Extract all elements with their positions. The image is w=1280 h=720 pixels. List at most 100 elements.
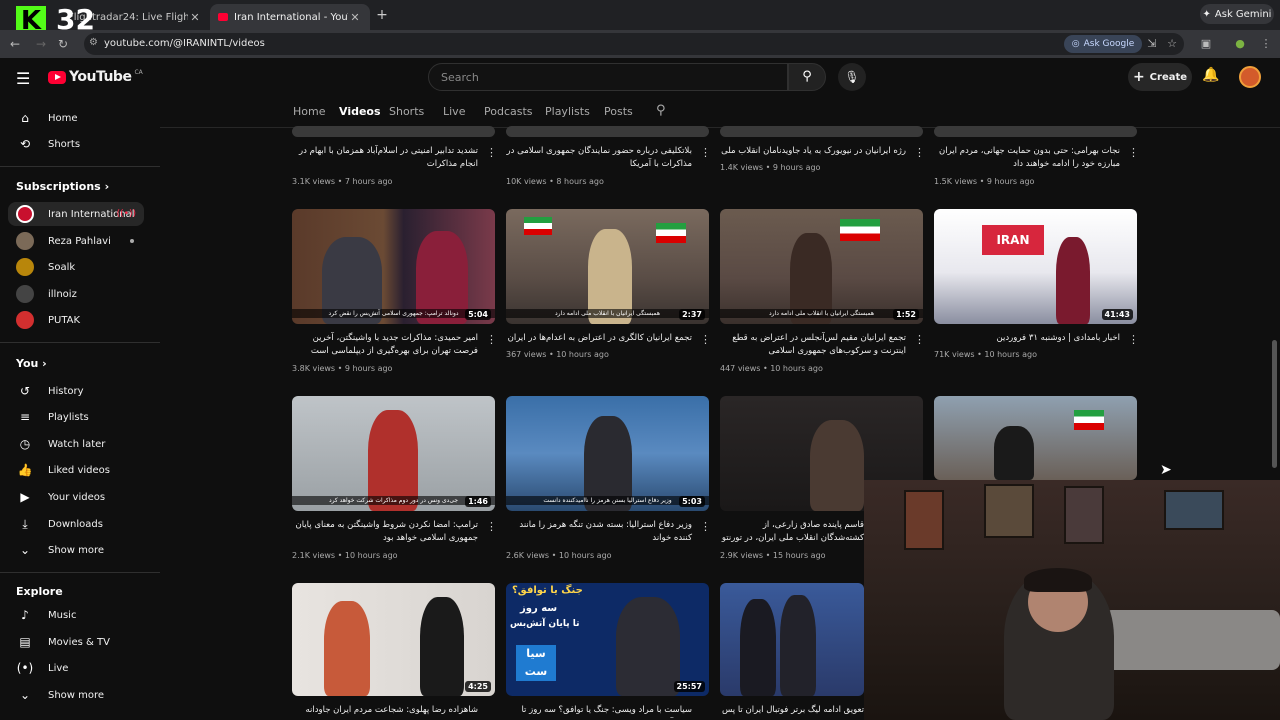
sidebar-item-movies-tv[interactable]: ▤ Movies & TV xyxy=(8,630,144,654)
video-thumbnail[interactable]: وزیر دفاع استرالیا بستن هرمز را ناامیدکن… xyxy=(506,396,709,511)
more-actions-icon[interactable]: ⋮ xyxy=(700,333,711,346)
video-thumbnail[interactable] xyxy=(934,396,1137,480)
video-thumbnail[interactable] xyxy=(720,583,864,696)
video-meta: 10K views • 8 hours ago xyxy=(506,177,604,186)
sidebar-item-liked-videos[interactable]: 👍 Liked videos xyxy=(8,458,144,482)
sidebar-item-live[interactable]: (•) Live xyxy=(8,656,144,680)
install-icon[interactable]: ⇲ xyxy=(1144,36,1160,52)
back-icon[interactable]: ← xyxy=(6,35,24,53)
sidebar-item-downloads[interactable]: ⤓ Downloads xyxy=(8,512,144,536)
reload-icon[interactable]: ↻ xyxy=(54,35,72,53)
video-thumbnail[interactable] xyxy=(934,126,1137,137)
video-title[interactable]: تجمع ایرانیان کالگری در اعتراض به اعدام‌… xyxy=(506,332,692,345)
video-title[interactable]: قاسم پاینده صادق زارعی، از کشته‌شدگان ان… xyxy=(720,519,864,545)
video-title[interactable]: اخبار بامدادی | دوشنبه ۳۱ فروردین xyxy=(934,332,1120,345)
flag-image xyxy=(840,219,880,241)
tab-videos[interactable]: Videos xyxy=(339,105,381,118)
avatar[interactable] xyxy=(1239,66,1261,88)
voice-search-icon[interactable]: 🎙 xyxy=(838,63,866,91)
hamburger-menu-icon[interactable]: ☰ xyxy=(16,69,30,88)
more-actions-icon[interactable]: ⋮ xyxy=(700,520,711,533)
video-meta: 1.4K views • 9 hours ago xyxy=(720,163,821,172)
tab-playlists[interactable]: Playlists xyxy=(545,105,590,118)
ask-google-button[interactable]: ◎ Ask Google xyxy=(1064,35,1142,53)
bookmark-star-icon[interactable]: ☆ xyxy=(1164,36,1180,52)
video-title[interactable]: تعویق ادامه لیگ برتر فوتبال ایران تا پس … xyxy=(720,704,864,718)
video-title[interactable]: رژه ایرانیان در نیویورک به یاد جاویدناما… xyxy=(720,145,906,158)
video-title[interactable]: امیر حمیدی: مذاکرات جدید با واشینگتن، آخ… xyxy=(292,332,478,358)
tab-shorts[interactable]: Shorts xyxy=(389,105,424,118)
channel-search-icon[interactable]: ⚲ xyxy=(656,103,666,118)
video-duration: 1:52 xyxy=(893,309,919,320)
page-scrollbar[interactable] xyxy=(1272,340,1277,468)
new-content-dot xyxy=(130,239,134,243)
video-meta: 1.5K views • 9 hours ago xyxy=(934,177,1035,186)
sidebar-item-shorts[interactable]: ⟲ Shorts xyxy=(8,132,144,156)
video-thumbnail[interactable]: همبستگی ایرانیان با انقلاب ملی ادامه دار… xyxy=(506,209,709,324)
tab-posts[interactable]: Posts xyxy=(604,105,633,118)
video-title[interactable]: نجات بهرامی: حتی بدون حمایت جهانی، مردم … xyxy=(934,145,1120,171)
more-actions-icon[interactable]: ⋮ xyxy=(1128,333,1139,346)
video-title[interactable]: سیاست با مراد ویسی: جنگ یا توافق؟ سه روز… xyxy=(506,704,692,718)
video-title[interactable]: وزیر دفاع استرالیا: بسته شدن تنگه هرمز ر… xyxy=(506,519,692,545)
sidebar-item-music[interactable]: ♪ Music xyxy=(8,603,144,627)
sidebar-item-your-videos[interactable]: ▶ Your videos xyxy=(8,485,144,509)
forward-icon[interactable]: → xyxy=(32,35,50,53)
tab-live[interactable]: Live xyxy=(443,105,465,118)
subscriptions-heading[interactable]: Subscriptions › xyxy=(16,180,109,193)
video-title[interactable]: شاهزاده رضا پهلوی: شجاعت مردم ایران جاود… xyxy=(292,704,478,718)
close-tab-icon[interactable]: ✕ xyxy=(348,11,362,24)
search-button[interactable]: ⚲ xyxy=(788,63,826,91)
video-title[interactable]: بلاتکلیفی درباره حضور نمایندگان جمهوری ا… xyxy=(506,145,692,171)
sidebar-item-show-more-explore[interactable]: ⌄ Show more xyxy=(8,683,144,707)
video-thumbnail[interactable]: همبستگی ایرانیان با انقلاب ملی ادامه دار… xyxy=(720,209,923,324)
profile-icon[interactable]: ● xyxy=(1232,36,1248,52)
video-thumbnail[interactable] xyxy=(506,126,709,137)
tab-youtube[interactable]: Iran International - YouTube ✕ xyxy=(210,4,370,30)
sidebar-item-iran-international[interactable]: Iran International ((•)) xyxy=(8,202,144,226)
sidepanel-icon[interactable]: ▣ xyxy=(1198,36,1214,52)
video-meta: 3.1K views • 7 hours ago xyxy=(292,177,393,186)
search-input[interactable]: Search xyxy=(428,63,788,91)
sidebar-item-soalk[interactable]: Soalk xyxy=(8,255,144,279)
you-heading[interactable]: You › xyxy=(16,357,47,370)
sidebar-item-home[interactable]: ⌂ Home xyxy=(8,106,144,130)
video-thumbnail[interactable]: جنگ یا توافق؟ سه روز تا پایان آتش‌بس سیا… xyxy=(506,583,709,696)
sidebar-item-history[interactable]: ↺ History xyxy=(8,379,144,403)
ask-gemini-button[interactable]: ✦ Ask Gemini xyxy=(1200,4,1274,24)
video-thumbnail[interactable] xyxy=(720,126,923,137)
create-button[interactable]: + Create xyxy=(1128,63,1192,91)
sidebar-item-putak[interactable]: PUTAK xyxy=(8,308,144,332)
more-actions-icon[interactable]: ⋮ xyxy=(914,146,925,159)
more-actions-icon[interactable]: ⋮ xyxy=(700,146,711,159)
more-actions-icon[interactable]: ⋮ xyxy=(1128,146,1139,159)
video-thumbnail[interactable]: دونالد ترامپ: جمهوری اسلامی آتش‌بس را نق… xyxy=(292,209,495,324)
video-title[interactable]: تشدید تدابیر امنیتی در اسلام‌آباد همزمان… xyxy=(292,145,478,171)
video-thumbnail[interactable]: 4:25 xyxy=(292,583,495,696)
url-field[interactable]: ⚙ youtube.com/@IRANINTL/videos ◎ Ask Goo… xyxy=(84,33,1184,55)
sidebar-item-playlists[interactable]: ≡ Playlists xyxy=(8,405,144,429)
video-thumbnail[interactable]: جی‌دی ونس در دور دوم مذاکرات شرکت خواهد … xyxy=(292,396,495,511)
more-actions-icon[interactable]: ⋮ xyxy=(486,146,497,159)
new-tab-button[interactable]: + xyxy=(372,5,392,25)
sidebar-item-reza-pahlavi[interactable]: Reza Pahlavi xyxy=(8,229,144,253)
more-actions-icon[interactable]: ⋮ xyxy=(486,520,497,533)
video-title[interactable]: تجمع ایرانیان مقیم لس‌آنجلس در اعتراض به… xyxy=(720,332,906,358)
sidebar-item-show-more[interactable]: ⌄ Show more xyxy=(8,538,144,562)
video-thumbnail[interactable] xyxy=(292,126,495,137)
tab-podcasts[interactable]: Podcasts xyxy=(484,105,533,118)
sidebar-item-illnoiz[interactable]: illnoiz xyxy=(8,282,144,306)
more-actions-icon[interactable]: ⋮ xyxy=(486,333,497,346)
more-actions-icon[interactable]: ⋮ xyxy=(914,333,925,346)
tab-home[interactable]: Home xyxy=(293,105,325,118)
youtube-logo[interactable]: YouTube CA xyxy=(48,69,143,85)
site-info-icon[interactable]: ⚙ xyxy=(89,37,98,48)
notifications-bell-icon[interactable]: 🔔 xyxy=(1202,67,1219,83)
thumbnail-person xyxy=(420,597,464,696)
video-title[interactable]: ترامپ: امضا نکردن شروط واشینگتن به معنای… xyxy=(292,519,478,545)
kebab-menu-icon[interactable]: ⋮ xyxy=(1258,36,1274,52)
flag-image xyxy=(656,223,686,243)
sidebar-item-watch-later[interactable]: ◷ Watch later xyxy=(8,432,144,456)
video-thumbnail[interactable]: IRAN 41:43 xyxy=(934,209,1137,324)
close-tab-icon[interactable]: ✕ xyxy=(188,11,202,24)
